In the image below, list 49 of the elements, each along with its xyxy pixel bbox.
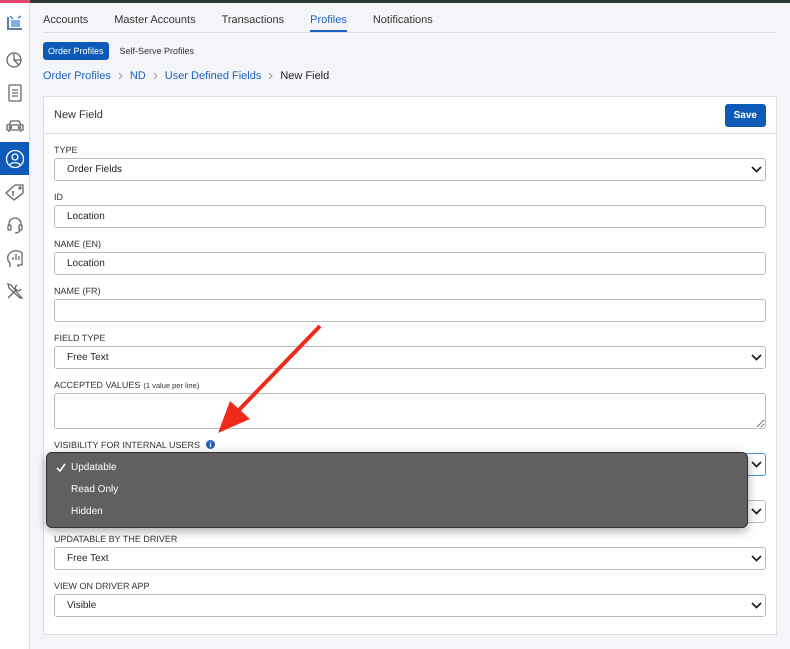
nav-tab[interactable]: Transactions	[222, 14, 284, 32]
sidebar-item[interactable]	[0, 142, 29, 175]
nav-tab[interactable]: Accounts	[43, 14, 88, 32]
field-label: TYPE	[54, 144, 78, 154]
nav-tab[interactable]: Notifications	[372, 14, 433, 32]
select-field[interactable]: Free Text	[54, 346, 766, 369]
breadcrumb-item[interactable]: ND	[130, 70, 146, 82]
field-label: FIELD TYPE	[54, 332, 106, 342]
menu-option[interactable]: Read Only	[47, 478, 747, 500]
select-field[interactable]: Free Text	[54, 547, 766, 570]
sub-tab[interactable]: Self-Serve Profiles	[114, 42, 200, 60]
tools-icon	[6, 282, 24, 300]
field-label: NAME (EN)	[54, 238, 101, 248]
card-title: New Field	[54, 109, 103, 121]
menu-option[interactable]: Updatable	[47, 456, 747, 478]
pie-chart-icon	[6, 50, 24, 68]
headset-icon	[6, 216, 24, 234]
chevron-down-icon	[751, 508, 762, 515]
chevron-down-icon	[751, 555, 762, 562]
breadcrumb-item: New Field	[280, 70, 330, 82]
nav-tab[interactable]: Profiles	[310, 14, 347, 32]
nav-tab[interactable]: Master Accounts	[114, 14, 196, 32]
chevron-down-icon	[751, 461, 762, 468]
sub-tab[interactable]: Order Profiles	[43, 42, 109, 60]
save-button[interactable]: Save	[724, 104, 766, 126]
chevron-down-icon	[751, 166, 762, 173]
field-label: ID	[54, 192, 63, 202]
document-icon	[8, 84, 22, 102]
person-icon	[4, 148, 24, 168]
chevron-icon	[118, 72, 123, 80]
field-label: NAME (FR)	[54, 286, 100, 296]
field-label: UPDATABLE BY THE DRIVER	[54, 534, 178, 544]
chevron-down-icon	[751, 602, 762, 609]
car-icon	[6, 118, 24, 132]
input-field[interactable]	[54, 299, 766, 322]
select-field[interactable]: Order Fields	[54, 158, 766, 181]
breadcrumb-item[interactable]: Order Profiles	[43, 70, 111, 82]
chevron-icon	[152, 72, 158, 80]
input-field[interactable]: Location	[54, 252, 766, 275]
bar-chart-head-icon	[6, 248, 24, 268]
chevron-icon	[268, 72, 274, 80]
input-field[interactable]: Location	[54, 205, 766, 228]
select-field[interactable]: Visible	[54, 594, 766, 617]
price-tag-icon	[4, 182, 24, 200]
chevron-down-icon	[751, 354, 762, 361]
menu-option[interactable]: Hidden	[47, 500, 747, 522]
breadcrumb-item[interactable]: User Defined Fields	[164, 70, 262, 82]
field-label: VIEW ON DRIVER APP	[54, 580, 150, 590]
field-label: VISIBILITY FOR INTERNAL USERS	[54, 440, 200, 450]
